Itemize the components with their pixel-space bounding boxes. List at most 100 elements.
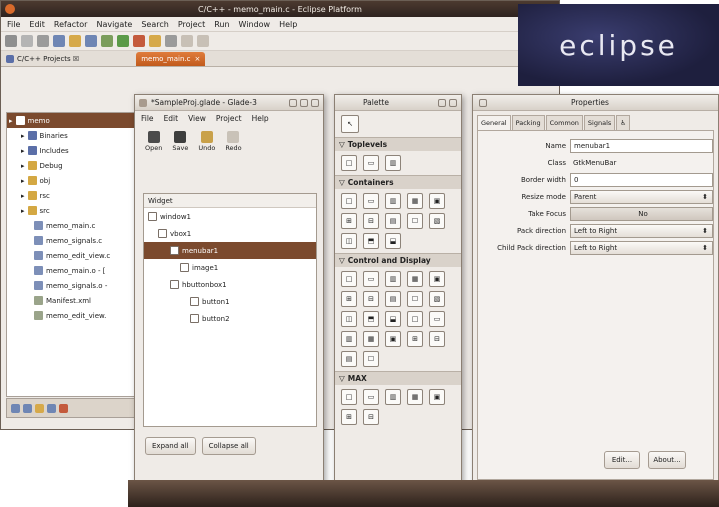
property-combo[interactable]: Left to Right ⬍ xyxy=(570,223,713,238)
project-tree-item[interactable]: ▸ obj xyxy=(7,173,137,188)
palette-widget-icon[interactable]: ⊟ xyxy=(363,213,379,229)
palette-section-header[interactable]: ▽ Containers xyxy=(335,175,461,189)
palette-widget-icon[interactable]: ▤ xyxy=(341,351,357,367)
widget-tree-item[interactable]: button2 xyxy=(144,310,316,327)
properties-tab[interactable]: ♿ xyxy=(616,114,631,130)
menu-refactor[interactable]: Refactor xyxy=(54,20,88,29)
palette-widget-icon[interactable]: ▤ xyxy=(385,291,401,307)
palette-widget-icon[interactable]: ▭ xyxy=(363,155,379,171)
palette-widget-icon[interactable]: ⬒ xyxy=(363,311,379,327)
widget-tree-item[interactable]: vbox1 xyxy=(144,225,316,242)
project-tree-item[interactable]: ▸ memo xyxy=(7,113,137,128)
palette-widget-icon[interactable]: ⊟ xyxy=(429,331,445,347)
menu-file[interactable]: File xyxy=(7,20,20,29)
palette-widget-icon[interactable]: ▦ xyxy=(363,331,379,347)
menu-search[interactable]: Search xyxy=(141,20,168,29)
palette-widget-icon[interactable]: ◫ xyxy=(341,233,357,249)
palette-widget-icon[interactable]: □ xyxy=(341,389,357,405)
menu-window[interactable]: Window xyxy=(239,20,271,29)
redo-button[interactable]: Redo xyxy=(225,130,242,152)
open-type-icon[interactable] xyxy=(149,35,161,47)
expand-all-button[interactable]: Expand all xyxy=(145,437,196,455)
external-tools-icon[interactable] xyxy=(133,35,145,47)
palette-section-header[interactable]: ▽ Toplevels xyxy=(335,137,461,151)
save-button[interactable]: Save xyxy=(172,130,188,152)
property-input[interactable]: 0 xyxy=(570,172,713,187)
search-icon[interactable] xyxy=(165,35,177,47)
problems-icon[interactable] xyxy=(59,403,68,413)
palette-widget-icon[interactable]: ▣ xyxy=(429,271,445,287)
palette-widget-icon[interactable]: ⊞ xyxy=(341,291,357,307)
new-icon[interactable] xyxy=(5,35,17,47)
property-toggle[interactable]: No xyxy=(570,206,713,221)
debug-icon[interactable] xyxy=(101,35,113,47)
run-icon[interactable] xyxy=(117,35,129,47)
palette-widget-icon[interactable]: ▥ xyxy=(385,389,401,405)
expand-arrow-icon[interactable]: ▸ xyxy=(21,177,25,185)
edit-button[interactable]: Edit... xyxy=(604,451,640,469)
palette-widget-icon[interactable]: ▭ xyxy=(363,389,379,405)
properties-tab[interactable]: Signals xyxy=(583,114,616,130)
palette-widget-icon[interactable]: □ xyxy=(341,155,357,171)
palette-widget-icon[interactable]: ▭ xyxy=(363,271,379,287)
project-tree-item[interactable]: ▸ Debug xyxy=(7,158,137,173)
project-tree-item[interactable]: memo_main.o - [ xyxy=(7,263,137,278)
save-icon[interactable] xyxy=(21,35,33,47)
new-class-icon[interactable] xyxy=(85,35,97,47)
close-window-icon[interactable] xyxy=(5,4,15,14)
palette-widget-icon[interactable]: ▤ xyxy=(385,213,401,229)
menu-project[interactable]: Project xyxy=(178,20,205,29)
palette-widget-icon[interactable]: ⊟ xyxy=(363,409,379,425)
palette-widget-icon[interactable]: □ xyxy=(407,311,423,327)
palette-widget-icon[interactable]: ◫ xyxy=(341,311,357,327)
project-tree-item[interactable]: memo_edit_view.c xyxy=(7,248,137,263)
tab-cpp-projects[interactable]: C/C++ Projects ☒ xyxy=(1,52,84,66)
expand-arrow-icon[interactable]: ▸ xyxy=(9,117,13,125)
close-tab-icon[interactable]: × xyxy=(194,55,200,63)
palette-widget-icon[interactable]: ⊞ xyxy=(407,331,423,347)
widget-tree-item[interactable]: menubar1 xyxy=(144,242,316,259)
close-icon[interactable] xyxy=(311,98,319,107)
widget-tree-item[interactable]: hbuttonbox1 xyxy=(144,276,316,293)
expand-arrow-icon[interactable]: ▸ xyxy=(21,162,25,170)
collapse-all-button[interactable]: Collapse all xyxy=(201,437,256,455)
project-tree-item[interactable]: ▸ rsc xyxy=(7,188,137,203)
palette-widget-icon[interactable]: ▧ xyxy=(429,291,445,307)
project-tree-item[interactable]: memo_edit_view. xyxy=(7,308,137,323)
undo-button[interactable]: Undo xyxy=(198,130,215,152)
properties-tab[interactable]: Common xyxy=(545,114,583,130)
back-icon[interactable] xyxy=(181,35,193,47)
palette-widget-icon[interactable]: ▣ xyxy=(429,389,445,405)
palette-widget-icon[interactable]: ☐ xyxy=(407,213,423,229)
widget-tree-item[interactable]: window1 xyxy=(144,208,316,225)
project-tree-item[interactable]: memo_signals.o - xyxy=(7,278,137,293)
palette-section-header[interactable]: ▽ MAX xyxy=(335,371,461,385)
menu-icon[interactable] xyxy=(47,403,56,413)
menu-edit[interactable]: Edit xyxy=(29,20,45,29)
glade-menu-help[interactable]: Help xyxy=(252,114,269,123)
project-tree-item[interactable]: ▸ Includes xyxy=(7,143,137,158)
palette-widget-icon[interactable]: ▥ xyxy=(341,331,357,347)
palette-widget-icon[interactable]: ⊞ xyxy=(341,409,357,425)
link-icon[interactable] xyxy=(23,403,32,413)
palette-widget-icon[interactable]: ▣ xyxy=(429,193,445,209)
palette-widget-icon[interactable]: ▥ xyxy=(385,271,401,287)
property-input[interactable]: menubar1 xyxy=(570,138,713,153)
menu-navigate[interactable]: Navigate xyxy=(96,20,132,29)
properties-tab[interactable]: General xyxy=(477,114,511,130)
palette-widget-icon[interactable]: ☐ xyxy=(407,291,423,307)
about-button[interactable]: About... xyxy=(648,451,686,469)
menu-help[interactable]: Help xyxy=(279,20,297,29)
project-tree-item[interactable]: memo_main.c xyxy=(7,218,137,233)
glade-menu-edit[interactable]: Edit xyxy=(164,114,179,123)
expand-arrow-icon[interactable]: ▸ xyxy=(21,132,25,140)
widget-tree-item[interactable]: image1 xyxy=(144,259,316,276)
expand-arrow-icon[interactable]: ▸ xyxy=(21,192,25,200)
palette-widget-icon[interactable]: ⬓ xyxy=(385,311,401,327)
folder-button[interactable]: Open xyxy=(145,130,162,152)
palette-widget-icon[interactable]: ▥ xyxy=(385,155,401,171)
palette-widget-icon[interactable]: ▭ xyxy=(429,311,445,327)
property-combo[interactable]: Left to Right ⬍ xyxy=(570,240,713,255)
palette-widget-icon[interactable]: □ xyxy=(341,271,357,287)
palette-widget-icon[interactable]: □ xyxy=(341,193,357,209)
